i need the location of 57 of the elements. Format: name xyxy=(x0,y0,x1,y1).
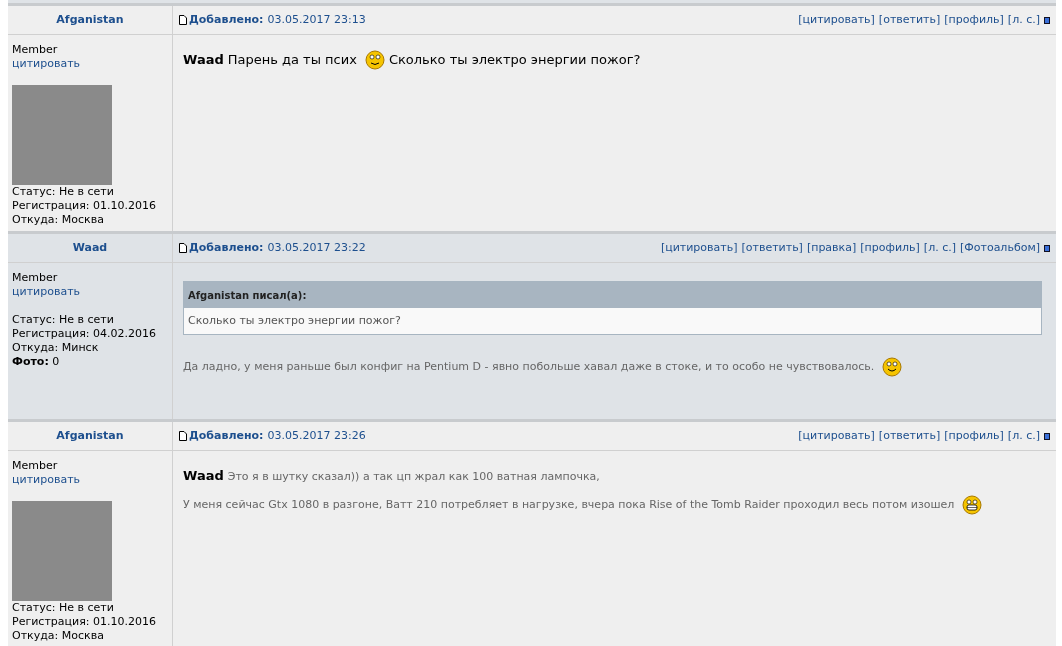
post-action-link[interactable]: [л. с.] xyxy=(1007,11,1040,29)
square-icon xyxy=(1044,16,1050,24)
user-info-line: Статус: Не в сети xyxy=(12,185,115,199)
post-text: Да ладно, у меня раньше был конфиг на Pentium D - явно побольше хавал даже в стоке, и то особо не чувствовалось. xyxy=(183,360,875,373)
addressee-name: Waad xyxy=(183,468,224,483)
square-icon xyxy=(1044,244,1050,252)
post-action-link[interactable]: [ответить] xyxy=(741,239,803,257)
user-info-line: Регистрация: 01.10.2016 xyxy=(12,615,157,629)
post-author-name[interactable]: Afganistan xyxy=(56,427,124,445)
post-date: 03.05.2017 23:22 xyxy=(267,239,366,256)
post-text: Это я в шутку сказал)) а так цп жрал как 100 ватная лампочка, xyxy=(227,470,600,483)
smiley-icon xyxy=(962,495,983,515)
post-action-link[interactable]: [ответить] xyxy=(878,427,941,445)
quote-user-link[interactable]: цитировать xyxy=(12,473,168,487)
user-info-line: Фото: 0 xyxy=(12,355,61,369)
post-text: У меня сейчас Gtx 1080 в разгоне, Ватт 210 потребляет в нагрузке, вчера пока Rise of the Tomb Raider проходил весь потом изошел xyxy=(183,498,955,511)
page-icon xyxy=(179,431,187,441)
user-info-line: Регистрация: 01.10.2016 xyxy=(12,199,157,213)
square-icon xyxy=(1044,432,1050,440)
user-info-line: Откуда: Москва xyxy=(12,629,105,643)
user-info-line: Статус: Не в сети xyxy=(12,313,115,327)
post-date: 03.05.2017 23:26 xyxy=(267,427,366,444)
user-rank: Member xyxy=(12,459,59,473)
user-info-line: Статус: Не в сети xyxy=(12,601,115,615)
quote-header: Afganistan писал(а): xyxy=(184,282,1041,308)
quote-text: Сколько ты электро энергии пожог? xyxy=(184,308,1041,334)
post-text: Сколько ты электро энергии пожог? xyxy=(388,52,641,67)
post-action-link[interactable]: [профиль] xyxy=(860,239,920,257)
user-rank: Member xyxy=(12,43,59,57)
added-label: Добавлено: xyxy=(189,427,264,444)
smiley-icon xyxy=(882,357,903,377)
post-date: 03.05.2017 23:13 xyxy=(267,11,366,28)
post-action-link[interactable]: [л. с.] xyxy=(923,239,956,257)
post-action-link[interactable]: [цитировать] xyxy=(798,427,875,445)
post-action-link[interactable]: [профиль] xyxy=(944,11,1004,29)
post-author-name[interactable]: Afganistan xyxy=(56,11,124,29)
addressee-name: Waad xyxy=(183,52,224,67)
quote-user-link[interactable]: цитировать xyxy=(12,285,168,299)
post-action-link[interactable]: [цитировать] xyxy=(798,11,875,29)
post-author-name[interactable]: Waad xyxy=(72,239,108,257)
post-action-link[interactable]: [ответить] xyxy=(878,11,941,29)
added-label: Добавлено: xyxy=(189,239,264,256)
page-icon xyxy=(179,15,187,25)
user-rank: Member xyxy=(12,271,59,285)
user-info-line: Регистрация: 04.02.2016 xyxy=(12,327,157,341)
added-label: Добавлено: xyxy=(189,11,264,28)
post-action-link[interactable]: [правка] xyxy=(806,239,857,257)
page-icon xyxy=(179,243,187,253)
post-action-link[interactable]: [профиль] xyxy=(944,427,1004,445)
smiley-icon xyxy=(364,50,385,70)
post-text: Парень да ты псих xyxy=(227,52,357,67)
quote-user-link[interactable]: цитировать xyxy=(12,57,168,71)
post-action-link[interactable]: [Фотоальбом] xyxy=(960,239,1040,257)
user-info-line: Откуда: Минск xyxy=(12,341,100,355)
post-action-link[interactable]: [л. с.] xyxy=(1007,427,1040,445)
post-action-link[interactable]: [цитировать] xyxy=(660,239,738,257)
user-info-line: Откуда: Москва xyxy=(12,213,105,227)
